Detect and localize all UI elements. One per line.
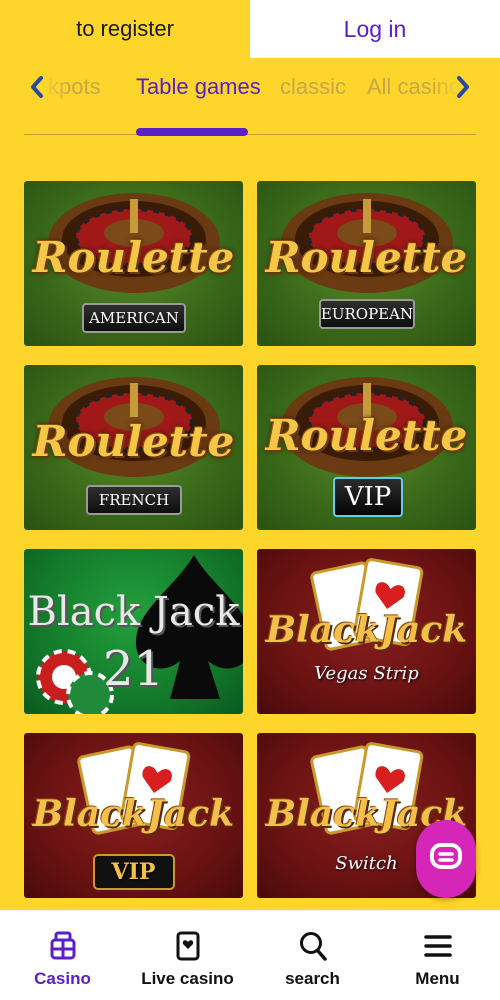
category-track: kpots Table games classic All casino bbox=[0, 58, 500, 118]
login-button[interactable]: Log in bbox=[250, 0, 500, 58]
category-tabs: kpots Table games classic All casino bbox=[0, 58, 500, 138]
tab-classic[interactable]: classic bbox=[280, 72, 346, 102]
chat-button[interactable] bbox=[416, 820, 476, 898]
tabs-divider bbox=[24, 134, 476, 135]
register-button[interactable]: to register bbox=[0, 0, 250, 58]
game-tile-blackjack-21[interactable]: Black Jack 21 bbox=[24, 549, 243, 714]
game-tile-roulette-european[interactable]: Roulette EUROPEAN bbox=[257, 181, 476, 346]
casino-chips-icon bbox=[46, 929, 80, 963]
chevron-right-icon[interactable] bbox=[450, 72, 476, 102]
playing-card-icon bbox=[171, 929, 205, 963]
hamburger-menu-icon bbox=[421, 929, 455, 963]
game-title: Roulette bbox=[265, 233, 468, 282]
game-title: Roulette bbox=[32, 233, 235, 282]
game-tile-blackjack-vip[interactable]: BlackJack VIP bbox=[24, 733, 243, 898]
game-variant: FRENCH bbox=[86, 485, 182, 515]
game-title: Roulette bbox=[32, 417, 235, 466]
nav-label: Live casino bbox=[141, 969, 234, 988]
game-variant: VIP bbox=[333, 477, 403, 517]
game-variant: EUROPEAN bbox=[319, 299, 415, 329]
chevron-left-icon[interactable] bbox=[24, 72, 50, 102]
game-title: BlackJack bbox=[265, 609, 468, 651]
game-tile-roulette-american[interactable]: Roulette AMERICAN bbox=[24, 181, 243, 346]
game-variant: 21 bbox=[102, 641, 165, 697]
nav-live-casino[interactable]: Live casino bbox=[125, 911, 250, 1000]
tab-table-games[interactable]: Table games bbox=[136, 72, 261, 102]
nav-label: search bbox=[285, 969, 340, 988]
nav-label: Casino bbox=[34, 969, 91, 988]
game-variant: AMERICAN bbox=[82, 303, 186, 333]
nav-label: Menu bbox=[415, 969, 460, 988]
game-title: Roulette bbox=[265, 411, 468, 460]
nav-search[interactable]: search bbox=[250, 911, 375, 1000]
game-tile-blackjack-vegas-strip[interactable]: BlackJack Vegas Strip bbox=[257, 549, 476, 714]
chat-bubble-icon bbox=[429, 842, 463, 877]
active-tab-indicator bbox=[136, 128, 248, 136]
game-title: Black Jack bbox=[27, 589, 240, 635]
game-variant: Vegas Strip bbox=[314, 663, 419, 684]
game-tile-roulette-french[interactable]: Roulette FRENCH bbox=[24, 365, 243, 530]
nav-menu[interactable]: Menu bbox=[375, 911, 500, 1000]
bottom-nav: Casino Live casino search Menu bbox=[0, 910, 500, 1000]
game-variant: VIP bbox=[111, 859, 156, 885]
search-icon bbox=[296, 929, 330, 963]
nav-casino[interactable]: Casino bbox=[0, 911, 125, 1000]
game-title: BlackJack bbox=[32, 793, 235, 835]
auth-bar: to register Log in bbox=[0, 0, 500, 58]
game-tile-roulette-vip[interactable]: Roulette VIP bbox=[257, 365, 476, 530]
